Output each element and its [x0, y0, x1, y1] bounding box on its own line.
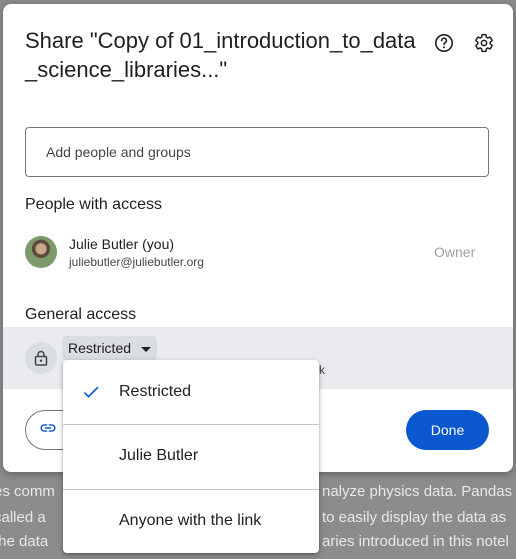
avatar [25, 236, 57, 268]
people-with-access-heading: People with access [25, 196, 162, 213]
dialog-title: Share "Copy of 01_introduction_to_data_s… [25, 28, 416, 82]
person-email: juliebutler@juliebutler.org [69, 255, 204, 269]
lock-icon [25, 342, 57, 374]
link-icon [39, 419, 57, 442]
menu-item-anyone-with-link[interactable]: Anyone with the link [63, 489, 319, 553]
done-button[interactable]: Done [406, 410, 489, 450]
menu-item-label: Restricted [119, 383, 192, 400]
add-people-input[interactable] [25, 127, 489, 177]
checkmark-icon [81, 382, 101, 407]
person-role: Owner [434, 244, 476, 260]
access-level-label: Restricted [68, 340, 132, 356]
gear-icon[interactable] [472, 31, 496, 55]
menu-item-label: Julie Butler [119, 447, 199, 464]
access-level-menu: Restricted Julie Butler Anyone with the … [63, 360, 319, 553]
help-icon[interactable] [432, 31, 456, 55]
access-level-dropdown[interactable]: Restricted [62, 336, 158, 360]
menu-item-label: Anyone with the link [119, 512, 262, 529]
general-access-heading: General access [25, 306, 137, 323]
access-description: k [319, 363, 325, 377]
caret-down-icon [141, 340, 152, 356]
person-name: Julie Butler (you) [69, 236, 175, 252]
menu-item-julie-butler[interactable]: Julie Butler [63, 424, 319, 488]
menu-item-restricted[interactable]: Restricted [63, 360, 319, 424]
